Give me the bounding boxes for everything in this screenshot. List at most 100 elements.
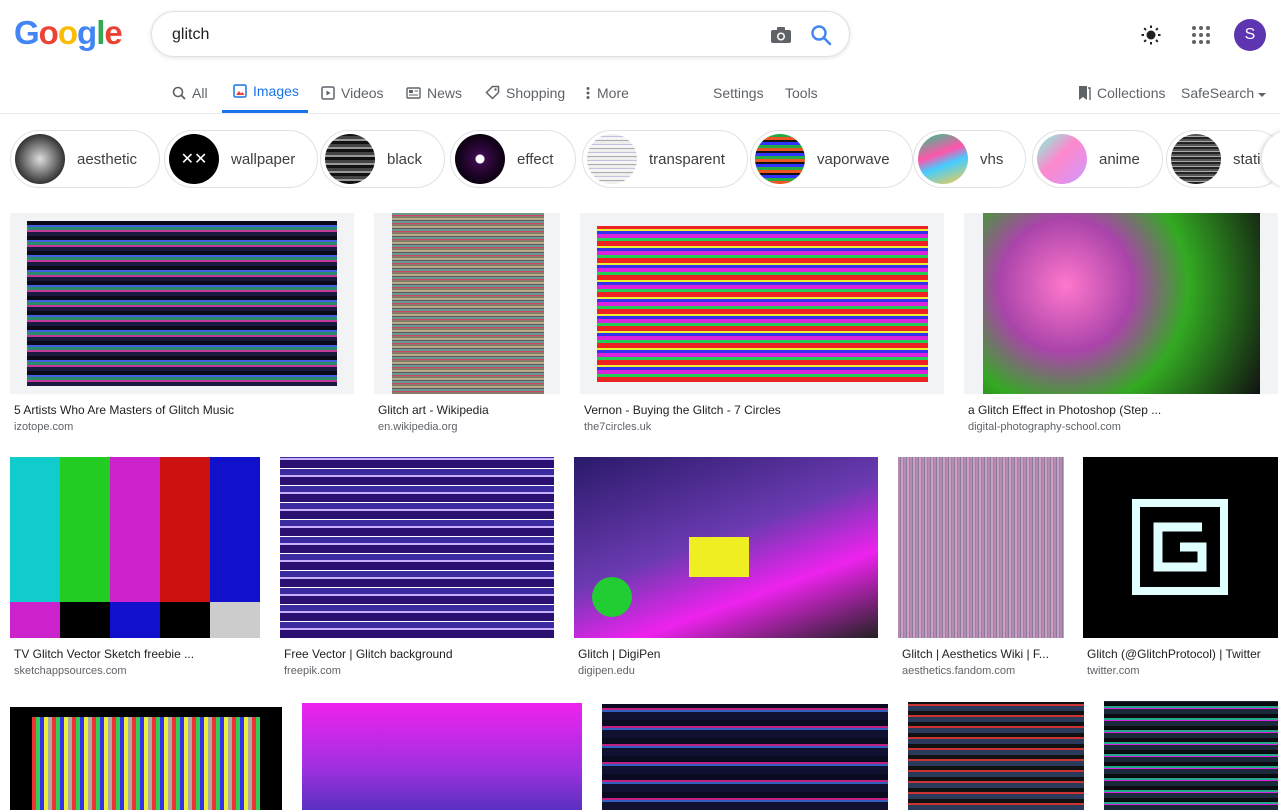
result-image [10, 707, 282, 810]
tab-all[interactable]: All [172, 72, 208, 113]
result-title[interactable]: Free Vector | Glitch background [284, 647, 453, 661]
result-title[interactable]: Glitch (@GlitchProtocol) | Twitter [1087, 647, 1261, 661]
tab-label: All [192, 84, 208, 101]
logo-letter: e [104, 14, 122, 51]
tab-news[interactable]: News [406, 72, 462, 113]
result-source: the7circles.uk [584, 421, 652, 433]
search-box [151, 11, 850, 57]
tab-videos[interactable]: Videos [321, 72, 384, 113]
result-image [898, 457, 1064, 638]
chip-effect[interactable]: effect [450, 130, 577, 188]
result-image [964, 213, 1278, 394]
camera-icon[interactable] [766, 22, 796, 48]
chip-label: effect [517, 150, 554, 168]
chip-thumbnail: ✕✕ [169, 134, 219, 184]
tab-images[interactable]: Images [222, 72, 308, 113]
result-image [374, 213, 560, 394]
chip-label: vhs [980, 150, 1004, 168]
result-title[interactable]: Glitch | Aesthetics Wiki | F... [902, 647, 1049, 661]
tab-label: News [427, 84, 463, 101]
top-bar: Google S [0, 0, 1280, 68]
tab-label: Images [253, 83, 299, 99]
tab-shopping[interactable]: Shopping [485, 72, 565, 113]
result-title[interactable]: a Glitch Effect in Photoshop (Step ... [968, 403, 1161, 417]
chip-thumbnail [587, 134, 637, 184]
tab-label: SafeSearch [1181, 84, 1255, 101]
theme-icon[interactable] [1138, 22, 1164, 48]
chip-label: transparent [649, 150, 725, 168]
chip-transparent[interactable]: transparent [582, 130, 748, 188]
tab-label: Tools [785, 84, 818, 101]
chip-vaporwave[interactable]: vaporwave [750, 130, 913, 188]
logo-letter: G [14, 14, 40, 51]
result-title[interactable]: Glitch art - Wikipedia [378, 403, 489, 417]
result-title[interactable]: Glitch | DigiPen [578, 647, 660, 661]
result-image [302, 703, 582, 810]
caret-down-icon [1258, 85, 1267, 101]
result-source: aesthetics.fandom.com [902, 665, 1016, 677]
result-source: sketchappsources.com [14, 665, 127, 677]
chip-thumbnail [755, 134, 805, 184]
search-icon[interactable] [806, 22, 836, 48]
chip-thumbnail [325, 134, 375, 184]
search-input[interactable] [172, 23, 752, 47]
image-icon [233, 84, 247, 98]
apps-grid-icon[interactable] [1188, 22, 1214, 48]
video-icon [321, 85, 335, 100]
logo-letter: l [96, 14, 105, 51]
chip-thumbnail [1171, 134, 1221, 184]
related-searches-bar: aesthetic ✕✕ wallpaper black effect trans… [0, 128, 1280, 190]
result-source: digital-photography-school.com [968, 421, 1121, 433]
tab-label: More [597, 84, 629, 101]
tab-settings[interactable]: Settings [713, 72, 764, 113]
result-title[interactable]: Vernon - Buying the Glitch - 7 Circles [584, 403, 781, 417]
result-source: freepik.com [284, 665, 341, 677]
chip-vhs[interactable]: vhs [913, 130, 1027, 188]
result-image [10, 213, 354, 394]
result-image [602, 704, 888, 810]
result-image [574, 457, 878, 638]
collections-link[interactable]: Collections [1077, 72, 1165, 113]
safesearch-dropdown[interactable]: SafeSearch [1181, 72, 1267, 113]
result-image [280, 457, 554, 638]
tab-label: Videos [341, 84, 384, 101]
tab-label: Shopping [506, 84, 566, 101]
logo-letter: o [57, 14, 78, 51]
chip-label: anime [1099, 150, 1140, 168]
chip-label: wallpaper [231, 150, 296, 168]
bookmark-icon [1077, 85, 1091, 101]
result-image [580, 213, 944, 394]
result-image [10, 457, 260, 638]
result-image [908, 702, 1084, 810]
account-avatar[interactable]: S [1234, 19, 1266, 51]
chip-label: stati [1233, 150, 1261, 168]
chip-black[interactable]: black [320, 130, 446, 188]
result-source: digipen.edu [578, 665, 635, 677]
result-source: izotope.com [14, 421, 74, 433]
google-logo[interactable]: Google [14, 14, 123, 52]
tab-label: Collections [1097, 84, 1166, 101]
chip-label: black [387, 150, 423, 168]
chip-thumbnail [918, 134, 968, 184]
result-title[interactable]: TV Glitch Vector Sketch freebie ... [14, 647, 194, 661]
tag-icon [485, 85, 500, 100]
chip-aesthetic[interactable]: aesthetic [10, 130, 161, 188]
more-vert-icon [585, 86, 591, 100]
search-icon [172, 86, 186, 100]
chip-thumbnail [15, 134, 65, 184]
result-image [1083, 457, 1278, 638]
glitch-g-logo [1132, 499, 1228, 595]
chip-thumbnail [455, 134, 505, 184]
chip-anime[interactable]: anime [1032, 130, 1163, 188]
tab-label: Settings [713, 84, 764, 101]
tab-tools[interactable]: Tools [785, 72, 818, 113]
logo-letter: o [38, 14, 59, 51]
result-source: twitter.com [1087, 665, 1140, 677]
chip-label: vaporwave [817, 150, 890, 168]
result-title[interactable]: 5 Artists Who Are Masters of Glitch Musi… [14, 403, 234, 417]
chip-wallpaper[interactable]: ✕✕ wallpaper [164, 130, 319, 188]
tab-more[interactable]: More [585, 72, 629, 113]
search-tabs: All Images Videos News Shopping More Set… [0, 72, 1280, 114]
logo-letter: g [77, 14, 97, 51]
chip-label: aesthetic [77, 150, 138, 168]
